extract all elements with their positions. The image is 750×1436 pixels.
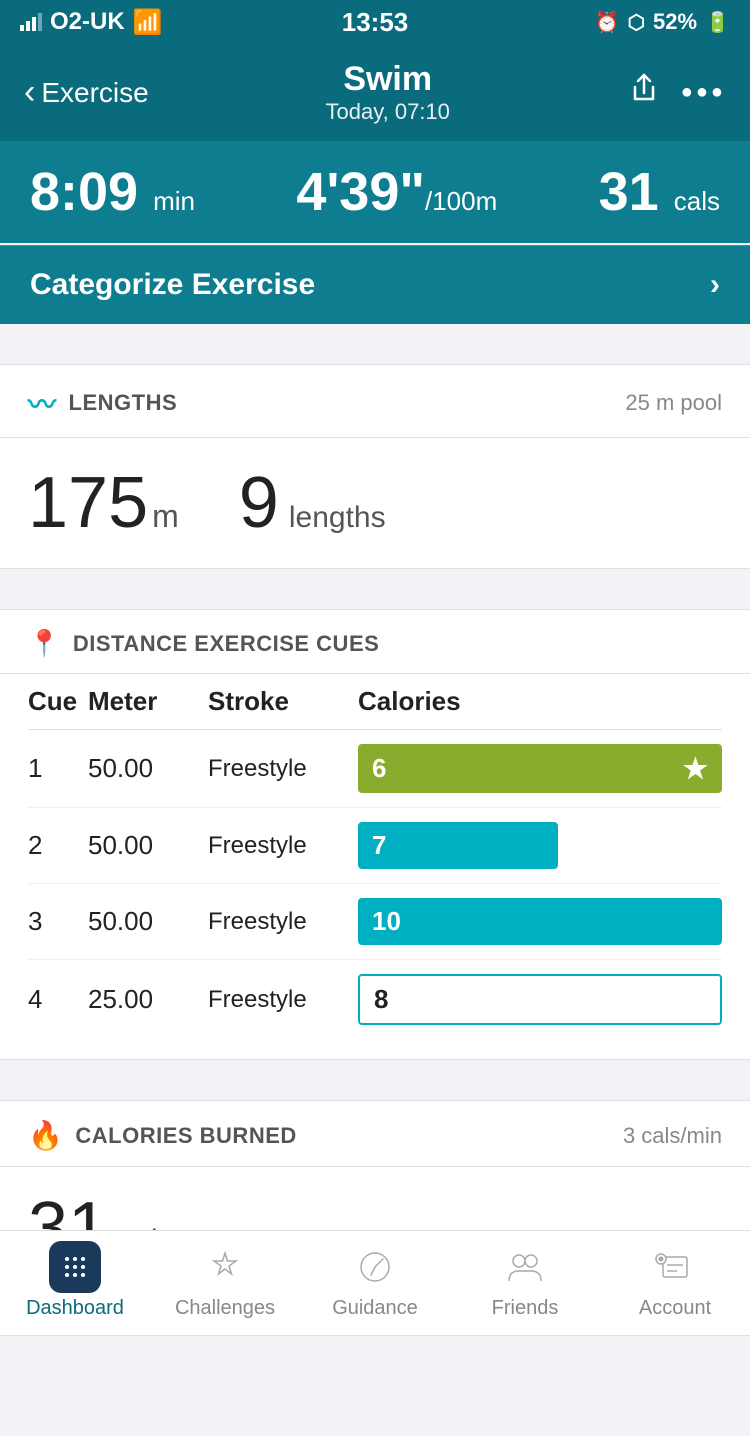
nav-item-challenges[interactable]: Challenges: [150, 1241, 300, 1320]
back-label: Exercise: [41, 77, 148, 109]
nav-item-account[interactable]: Account: [600, 1241, 750, 1320]
bluetooth-icon: ⬡: [628, 10, 645, 35]
challenges-icon: [199, 1241, 251, 1293]
calories-stat: 31 cals: [599, 161, 720, 223]
signal-icon: [20, 13, 42, 31]
cues-section: 📍 DISTANCE EXERCISE CUES Cue Meter Strok…: [0, 609, 750, 1060]
account-icon: [649, 1241, 701, 1293]
guidance-icon: [349, 1241, 401, 1293]
status-right: ⏰ ⬡ 52% 🔋: [595, 9, 730, 35]
star-icon: ★: [683, 752, 708, 785]
table-row: 2 50.00 Freestyle 7: [28, 808, 722, 884]
section-gap-2: [0, 569, 750, 589]
calorie-bar-4: 8: [358, 974, 722, 1025]
cues-header: 📍 DISTANCE EXERCISE CUES: [0, 610, 750, 674]
dashboard-label: Dashboard: [26, 1297, 124, 1320]
duration-value: 8:09 min: [30, 161, 195, 223]
categorize-label: Categorize Exercise: [30, 268, 315, 302]
calorie-bar-2: 7: [358, 822, 558, 869]
bottom-spacer: [0, 1336, 750, 1436]
time-display: 13:53: [342, 7, 409, 38]
calories-title: 🔥 CALORIES BURNED: [28, 1119, 297, 1152]
exercise-title: Swim: [326, 60, 450, 99]
chevron-left-icon: ‹: [24, 73, 35, 112]
nav-item-friends[interactable]: Friends: [450, 1241, 600, 1320]
status-left: O2-UK 📶: [20, 8, 163, 37]
section-gap-3: [0, 1060, 750, 1080]
account-label: Account: [639, 1297, 711, 1320]
challenges-label: Challenges: [175, 1297, 275, 1320]
pin-icon: 📍: [28, 628, 61, 659]
table-row: 3 50.00 Freestyle 10: [28, 884, 722, 960]
lengths-header: 〰 LENGTHS 25 m pool: [0, 365, 750, 438]
distance-display: 175m: [28, 462, 179, 544]
lengths-section: 〰 LENGTHS 25 m pool 175m 9 lengths: [0, 364, 750, 569]
calories-value: 31 cals: [599, 161, 720, 223]
guidance-label: Guidance: [332, 1297, 418, 1320]
more-options-icon[interactable]: ●●●: [681, 81, 726, 104]
status-bar: O2-UK 📶 13:53 ⏰ ⬡ 52% 🔋: [0, 0, 750, 44]
calories-rate: 3 cals/min: [623, 1123, 722, 1149]
share-icon[interactable]: [627, 71, 661, 114]
nav-item-dashboard[interactable]: Dashboard: [0, 1241, 150, 1320]
back-button[interactable]: ‹ Exercise: [24, 73, 149, 112]
fire-icon: 🔥: [28, 1119, 63, 1152]
dashboard-icon: [49, 1241, 101, 1293]
alarm-icon: ⏰: [595, 10, 620, 35]
friends-icon: [499, 1241, 551, 1293]
cues-title: 📍 DISTANCE EXERCISE CUES: [28, 628, 379, 659]
pace-stat: 4'39"/100m: [296, 161, 497, 223]
lengths-display: 9 lengths: [239, 462, 386, 544]
stats-row: 8:09 min 4'39"/100m 31 cals: [0, 141, 750, 243]
pool-size: 25 m pool: [625, 390, 722, 416]
calorie-bar-1: 6 ★: [358, 744, 722, 793]
cues-table-header: Cue Meter Stroke Calories: [28, 674, 722, 730]
table-row: 4 25.00 Freestyle 8: [28, 960, 722, 1039]
header-title: Swim Today, 07:10: [326, 60, 450, 125]
carrier-label: O2-UK: [50, 8, 125, 36]
section-gap: [0, 324, 750, 344]
cues-table: Cue Meter Stroke Calories 1 50.00 Freest…: [0, 674, 750, 1059]
lengths-title: 〰 LENGTHS: [28, 383, 177, 423]
lengths-data: 175m 9 lengths: [0, 438, 750, 568]
wifi-icon: 📶: [133, 8, 163, 37]
header-actions: ●●●: [627, 71, 726, 114]
pace-value: 4'39"/100m: [296, 161, 497, 223]
nav-item-guidance[interactable]: Guidance: [300, 1241, 450, 1320]
table-row: 1 50.00 Freestyle 6 ★: [28, 730, 722, 808]
categorize-row[interactable]: Categorize Exercise ›: [0, 245, 750, 324]
categorize-chevron-icon: ›: [710, 268, 720, 302]
header: ‹ Exercise Swim Today, 07:10 ●●●: [0, 44, 750, 141]
calorie-bar-3: 10: [358, 898, 722, 945]
battery-icon: 🔋: [705, 10, 730, 35]
duration-stat: 8:09 min: [30, 161, 195, 223]
calories-header: 🔥 CALORIES BURNED 3 cals/min: [0, 1101, 750, 1167]
friends-label: Friends: [492, 1297, 559, 1320]
battery-label: 52%: [653, 9, 697, 35]
bottom-nav: Dashboard Challenges Guidance: [0, 1230, 750, 1334]
waves-icon: 〰: [28, 383, 57, 423]
exercise-datetime: Today, 07:10: [326, 99, 450, 125]
